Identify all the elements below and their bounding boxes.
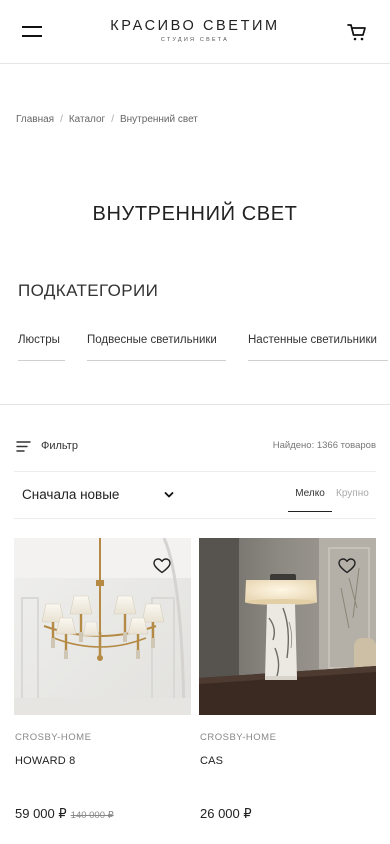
breadcrumb-separator: / <box>111 114 114 125</box>
product-image-table-lamp[interactable] <box>199 538 376 715</box>
product-name[interactable]: CAS <box>200 755 223 767</box>
toolbar-divider <box>14 471 376 472</box>
sort-value: Сначала новые <box>22 487 120 502</box>
toolbar-divider <box>14 518 376 519</box>
burger-menu-icon[interactable] <box>22 24 42 38</box>
sort-select[interactable]: Сначала новые <box>16 481 178 519</box>
heart-icon[interactable] <box>338 558 356 574</box>
product-old-price: 140 000 ₽ <box>70 810 114 821</box>
logo[interactable]: КРАСИВО СВЕТИМ СТУДИЯ СВЕТА <box>95 17 295 44</box>
cart-icon[interactable] <box>346 22 368 42</box>
view-large-option[interactable]: Крупно <box>336 488 369 499</box>
subcategories-title: ПОДКАТЕГОРИИ <box>18 281 159 300</box>
results-count: Найдено: 1366 товаров <box>272 440 376 451</box>
filter-label: Фильтр <box>41 440 78 452</box>
logo-title: КРАСИВО СВЕТИМ <box>110 18 280 34</box>
product-name[interactable]: HOWARD 8 <box>15 755 75 767</box>
product-image-chandelier[interactable] <box>14 538 191 715</box>
subcategory-chandeliers[interactable]: Люстры <box>18 334 65 361</box>
site-header: КРАСИВО СВЕТИМ СТУДИЯ СВЕТА <box>0 0 390 64</box>
product-brand: CROSBY-HOME <box>15 732 92 743</box>
filter-button[interactable]: Фильтр <box>16 438 78 454</box>
product-card[interactable]: CROSBY-HOME CAS 26 000 ₽ <box>199 538 376 821</box>
product-brand: CROSBY-HOME <box>200 732 277 743</box>
filter-icon <box>16 440 31 452</box>
logo-subtitle: СТУДИЯ СВЕТА <box>160 37 230 43</box>
chevron-down-icon <box>164 492 174 498</box>
product-price-block: 59 000 ₽140 000 ₽ <box>15 806 114 822</box>
product-price: 59 000 ₽ <box>15 806 67 821</box>
page-title: ВНУТРЕННИЙ СВЕТ <box>92 203 298 225</box>
breadcrumb-current: Внутренний свет <box>119 114 198 125</box>
subcategory-wall-lights[interactable]: Настенные светильники <box>248 334 388 361</box>
view-small-option[interactable]: Мелко <box>288 488 332 512</box>
heart-icon[interactable] <box>153 558 171 574</box>
section-divider <box>0 404 390 405</box>
breadcrumb-separator: / <box>60 114 63 125</box>
product-price-block: 26 000 ₽ <box>200 806 252 822</box>
breadcrumb-catalog[interactable]: Каталог <box>69 114 105 125</box>
product-card[interactable]: CROSBY-HOME HOWARD 8 59 000 ₽140 000 ₽ <box>14 538 191 821</box>
subcategory-pendant-lights[interactable]: Подвесные светильники <box>87 334 226 361</box>
breadcrumb-home[interactable]: Главная <box>16 114 54 125</box>
product-price: 26 000 ₽ <box>200 806 252 821</box>
breadcrumb: Главная / Каталог / Внутренний свет <box>16 114 198 125</box>
